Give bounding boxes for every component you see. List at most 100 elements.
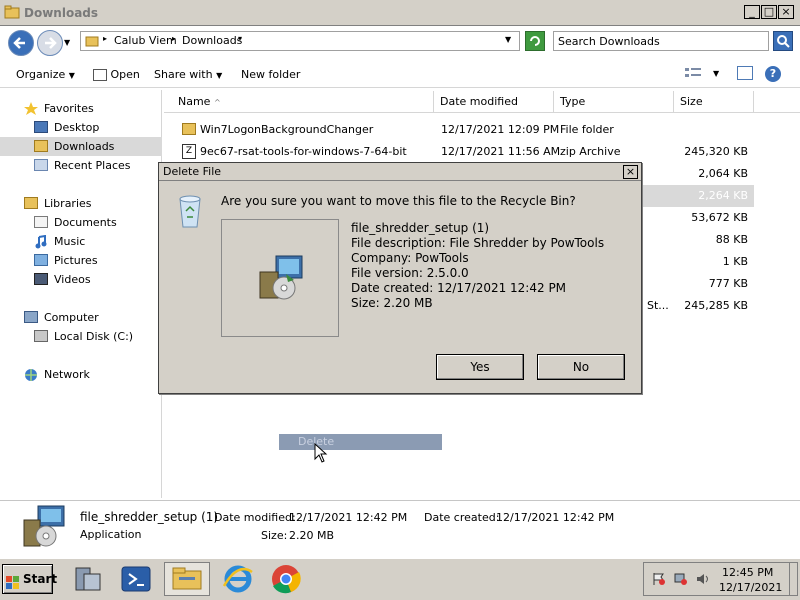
minimize-button[interactable]: _ xyxy=(744,5,760,19)
address-dropdown-icon[interactable]: ▼ xyxy=(505,35,511,44)
organize-button[interactable]: Organize ▼ xyxy=(16,68,75,81)
folder-icon xyxy=(4,4,20,20)
details-created-value: 12/17/2021 12:42 PM xyxy=(496,511,615,524)
nav-downloads[interactable]: Downloads xyxy=(0,137,162,156)
nav-local-disk[interactable]: Local Disk (C:) xyxy=(0,327,162,346)
videos-icon xyxy=(34,273,48,285)
dialog-title: Delete File xyxy=(163,165,222,178)
chevron-icon[interactable]: ▾ xyxy=(238,34,242,43)
view-options-icon[interactable] xyxy=(685,67,701,79)
open-button[interactable]: Open xyxy=(93,68,140,81)
back-button[interactable] xyxy=(8,30,34,56)
details-size-label: Size: xyxy=(261,529,288,542)
forward-button[interactable] xyxy=(37,30,63,56)
powershell-icon[interactable] xyxy=(118,562,154,596)
action-center-flag-icon[interactable] xyxy=(652,572,666,586)
sort-ascending-icon: ^ xyxy=(213,98,221,107)
mouse-cursor-icon xyxy=(314,442,328,463)
volume-icon[interactable] xyxy=(696,572,710,586)
refresh-button[interactable] xyxy=(525,31,545,51)
recent-pages-chevron-icon[interactable]: ▼ xyxy=(64,38,70,47)
dialog-size: Size: 2.20 MB xyxy=(351,296,433,310)
system-tray: 12:45 PM 12/17/2021 xyxy=(643,562,798,596)
breadcrumb-downloads[interactable]: Downloads xyxy=(182,34,242,47)
nav-videos[interactable]: Videos xyxy=(0,270,162,289)
organize-label: Organize xyxy=(16,68,66,81)
nav-computer[interactable]: Computer xyxy=(0,308,162,327)
clock-time[interactable]: 12:45 PM xyxy=(722,566,773,579)
clock-date[interactable]: 12/17/2021 xyxy=(719,581,782,594)
details-pane: file_shredder_setup (1) Application Date… xyxy=(0,500,800,557)
dialog-question: Are you sure you want to move this file … xyxy=(221,194,576,208)
nav-downloads-label: Downloads xyxy=(54,140,115,153)
internet-explorer-icon[interactable] xyxy=(220,562,256,596)
folder-icon xyxy=(182,123,196,135)
view-dropdown-icon[interactable]: ▼ xyxy=(713,69,719,78)
nav-libraries[interactable]: Libraries xyxy=(0,194,162,213)
nav-favorites[interactable]: Favorites xyxy=(0,99,162,118)
folder-icon xyxy=(85,34,99,51)
nav-network[interactable]: Network xyxy=(0,365,162,384)
maximize-button[interactable]: □ xyxy=(761,5,777,19)
downloads-folder-icon xyxy=(34,140,48,152)
file-size: 88 KB xyxy=(715,233,748,246)
nav-favorites-label: Favorites xyxy=(44,102,94,115)
file-size: 2,264 KB xyxy=(698,189,748,202)
breadcrumb-calub-viem[interactable]: Calub Viem xyxy=(114,34,177,47)
nav-documents-label: Documents xyxy=(54,216,117,229)
column-type[interactable]: Type xyxy=(554,91,674,113)
nav-documents[interactable]: Documents xyxy=(0,213,162,232)
file-size: 777 KB xyxy=(708,277,748,290)
nav-recent-places[interactable]: Recent Places xyxy=(0,156,162,175)
start-button[interactable]: Start xyxy=(2,564,57,594)
search-icon[interactable] xyxy=(773,31,793,51)
chevron-icon[interactable]: ▸ xyxy=(172,34,176,43)
start-label: Start xyxy=(23,572,58,586)
computer-icon xyxy=(24,311,38,323)
column-date-modified[interactable]: Date modified xyxy=(434,91,554,113)
delete-file-dialog: Delete File × Are you sure you want to m… xyxy=(158,162,642,394)
column-size[interactable]: Size xyxy=(674,91,754,113)
search-input[interactable]: Search Downloads xyxy=(553,31,769,51)
column-name-label: Name xyxy=(178,95,211,108)
share-with-button[interactable]: Share with ▼ xyxy=(154,68,222,81)
dialog-file-version: File version: 2.5.0.0 xyxy=(351,266,469,280)
network-status-icon[interactable] xyxy=(674,572,688,586)
dialog-date-created: Date created: 12/17/2021 12:42 PM xyxy=(351,281,567,295)
help-icon[interactable]: ? xyxy=(765,66,781,82)
no-button[interactable]: No xyxy=(537,354,625,380)
windows-explorer-icon[interactable] xyxy=(164,562,210,596)
yes-button[interactable]: Yes xyxy=(436,354,524,380)
nav-pictures-label: Pictures xyxy=(54,254,98,267)
show-desktop-button[interactable] xyxy=(789,563,797,595)
preview-pane-icon[interactable] xyxy=(737,66,753,80)
address-bar[interactable]: ▸ Calub Viem ▸ Downloads ▾ ▼ xyxy=(80,31,520,51)
file-name: 9ec67-rsat-tools-for-windows-7-64-bit xyxy=(200,145,407,158)
title-bar[interactable]: Downloads _ □ × xyxy=(0,0,800,26)
libraries-icon xyxy=(24,197,38,209)
close-button[interactable]: × xyxy=(778,5,794,19)
nav-music[interactable]: Music xyxy=(0,232,162,251)
dialog-close-button[interactable]: × xyxy=(623,165,638,179)
server-manager-icon[interactable] xyxy=(70,562,106,596)
file-row[interactable]: Z 9ec67-rsat-tools-for-windows-7-64-bit … xyxy=(164,141,754,163)
chevron-icon[interactable]: ▸ xyxy=(103,34,107,43)
file-size: 2,064 KB xyxy=(698,167,748,180)
details-modified-label: Date modified: xyxy=(214,511,296,524)
new-folder-button[interactable]: New folder xyxy=(241,68,300,81)
column-name[interactable]: Name ^ xyxy=(172,91,434,113)
chrome-icon[interactable] xyxy=(268,562,304,596)
nav-desktop-label: Desktop xyxy=(54,121,100,134)
file-date: 12/17/2021 12:09 PM xyxy=(441,123,560,136)
dialog-title-bar[interactable]: Delete File × xyxy=(159,163,641,181)
file-type: File folder xyxy=(560,123,614,136)
nav-pictures[interactable]: Pictures xyxy=(0,251,162,270)
music-icon xyxy=(34,234,48,249)
dialog-file-name: file_shredder_setup (1) xyxy=(351,221,490,235)
file-row[interactable]: Win7LogonBackgroundChanger 12/17/2021 12… xyxy=(164,119,754,141)
nav-desktop[interactable]: Desktop xyxy=(0,118,162,137)
file-size: 53,672 KB xyxy=(691,211,748,224)
nav-computer-label: Computer xyxy=(44,311,99,324)
pictures-icon xyxy=(34,254,48,266)
zip-archive-icon: Z xyxy=(182,144,196,159)
